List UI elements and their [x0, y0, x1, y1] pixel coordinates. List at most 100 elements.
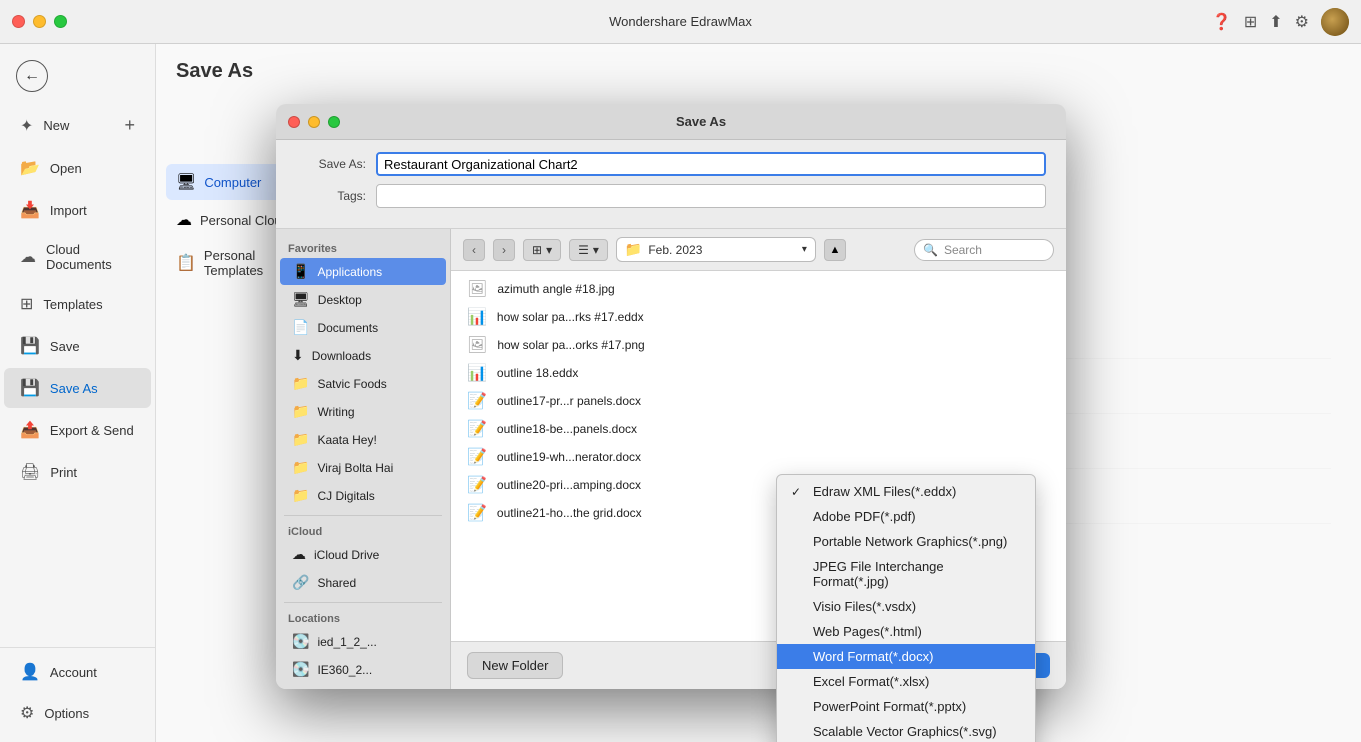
- share-icon[interactable]: ⬆: [1269, 12, 1282, 32]
- modal-minimize-button[interactable]: [308, 116, 320, 128]
- grid-icon[interactable]: ⊞: [1244, 12, 1257, 32]
- account-icon: 👤: [20, 662, 40, 682]
- folder-loc-icon: 📁: [625, 241, 642, 258]
- new-folder-button[interactable]: New Folder: [467, 652, 563, 679]
- dropdown-item-pdf[interactable]: Adobe PDF(*.pdf): [777, 504, 1035, 529]
- writing-icon: 📁: [292, 403, 309, 420]
- file-item-2[interactable]: 🖼 how solar pa...orks #17.png: [451, 331, 1066, 359]
- format-dropdown: ✓ Edraw XML Files(*.eddx) Adobe PDF(*.pd…: [776, 474, 1036, 742]
- folder-location[interactable]: 📁 Feb. 2023 ▾: [616, 237, 816, 262]
- tags-input[interactable]: [376, 184, 1046, 208]
- sidebar-item-open[interactable]: 📂 Open: [4, 148, 151, 188]
- sidebar-item-export-send[interactable]: 📤 Export & Send: [4, 410, 151, 450]
- nav-forward-button[interactable]: ›: [493, 239, 515, 261]
- modal-sidebar: Favorites 📱 Applications 🖥 Desktop 📄 Doc…: [276, 229, 451, 689]
- modal-title: Save As: [348, 114, 1054, 129]
- close-button[interactable]: [12, 15, 25, 28]
- sidebar-item-new[interactable]: ✦ New +: [4, 105, 151, 146]
- sidebar-item-print[interactable]: 🖨 Print: [4, 452, 151, 492]
- modal-sidebar-writing[interactable]: 📁 Writing: [280, 398, 446, 425]
- view-list-button[interactable]: ☰ ▾: [569, 239, 608, 261]
- modal-sidebar-shared[interactable]: 🔗 Shared: [280, 569, 446, 596]
- app-body: ← ✦ New + 📂 Open 📥 Import ☁ Cloud Docume…: [0, 44, 1361, 742]
- dropdown-item-png[interactable]: Portable Network Graphics(*.png): [777, 529, 1035, 554]
- save-as-icon: 💾: [20, 378, 40, 398]
- sidebar-sep-1: [284, 515, 442, 516]
- dropdown-item-pptx[interactable]: PowerPoint Format(*.pptx): [777, 694, 1035, 719]
- add-icon[interactable]: +: [124, 115, 135, 136]
- avatar[interactable]: [1321, 8, 1349, 36]
- search-box[interactable]: 🔍 Search: [914, 239, 1054, 261]
- minimize-button[interactable]: [33, 15, 46, 28]
- folder-loc-dropdown-arrow: ▾: [802, 244, 807, 255]
- modal-form: Save As: Tags:: [276, 140, 1066, 229]
- modal-sidebar-applications[interactable]: 📱 Applications: [280, 258, 446, 285]
- list-view-icon: ☰: [578, 243, 589, 257]
- window-controls: [12, 15, 67, 28]
- loc2-icon: 💽: [292, 661, 309, 678]
- nav-back-button[interactable]: ‹: [463, 239, 485, 261]
- sidebar-item-account[interactable]: 👤 Account: [4, 652, 151, 692]
- locations-heading: Locations: [276, 609, 450, 627]
- sidebar-item-save-as[interactable]: 💾 Save As: [4, 368, 151, 408]
- dropdown-item-xlsx[interactable]: Excel Format(*.xlsx): [777, 669, 1035, 694]
- main-content: Save As 🖥 Computer ☁ Personal Cloud 📋 Pe…: [156, 44, 1361, 742]
- file-item-6[interactable]: 📝 outline19-wh...nerator.docx: [451, 443, 1066, 471]
- dropdown-item-vsdx[interactable]: Visio Files(*.vsdx): [777, 594, 1035, 619]
- folder-up-icon: ▲: [829, 244, 840, 256]
- sidebar-item-save[interactable]: 💾 Save: [4, 326, 151, 366]
- modal-sidebar-downloads[interactable]: ⬇ Downloads: [280, 342, 446, 369]
- file-item-3[interactable]: 📊 outline 18.eddx: [451, 359, 1066, 387]
- dropdown-item-jpg[interactable]: JPEG File Interchange Format(*.jpg): [777, 554, 1035, 594]
- modal-sidebar-icloud-drive[interactable]: ☁ iCloud Drive: [280, 541, 446, 568]
- icloud-drive-icon: ☁: [292, 546, 306, 563]
- back-icon: ←: [24, 67, 40, 85]
- file-item-0[interactable]: 🖼 azimuth angle #18.jpg: [451, 275, 1066, 303]
- modal-sidebar-satvic[interactable]: 📁 Satvic Foods: [280, 370, 446, 397]
- filename-row: Save As:: [296, 152, 1046, 176]
- tags-label: Tags:: [296, 189, 366, 203]
- back-button[interactable]: ←: [16, 60, 48, 92]
- modal-sidebar-kaata[interactable]: 📁 Kaata Hey!: [280, 426, 446, 453]
- file-item-5[interactable]: 📝 outline18-be...panels.docx: [451, 415, 1066, 443]
- file-item-1[interactable]: 📊 how solar pa...rks #17.eddx: [451, 303, 1066, 331]
- sidebar-item-templates[interactable]: ⊞ Templates: [4, 284, 151, 324]
- shared-icon: 🔗: [292, 574, 309, 591]
- sidebar-item-options[interactable]: ⚙ Options: [4, 693, 151, 733]
- modal-sidebar-desktop[interactable]: 🖥 Desktop: [280, 286, 446, 313]
- filename-input[interactable]: [376, 152, 1046, 176]
- templates-option-icon: 📋: [176, 253, 196, 273]
- dropdown-item-svg[interactable]: Scalable Vector Graphics(*.svg): [777, 719, 1035, 742]
- modal-sidebar-documents[interactable]: 📄 Documents: [280, 314, 446, 341]
- icloud-heading: iCloud: [276, 522, 450, 540]
- help-icon[interactable]: ❓: [1212, 12, 1232, 32]
- file-item-4[interactable]: 📝 outline17-pr...r panels.docx: [451, 387, 1066, 415]
- modal-maximize-button[interactable]: [328, 116, 340, 128]
- modal-sidebar-viraj[interactable]: 📁 Viraj Bolta Hai: [280, 454, 446, 481]
- modal-close-button[interactable]: [288, 116, 300, 128]
- modal-sidebar-loc2[interactable]: 💽 IE360_2...: [280, 656, 446, 683]
- modal-sidebar-loc1[interactable]: 💽 ied_1_2_...: [280, 628, 446, 655]
- file-icon-8: 📝: [467, 503, 487, 523]
- downloads-icon: ⬇: [292, 347, 304, 364]
- dropdown-item-eddx[interactable]: ✓ Edraw XML Files(*.eddx): [777, 479, 1035, 504]
- search-icon: 🔍: [923, 243, 938, 257]
- favorites-section: Favorites 📱 Applications 🖥 Desktop 📄 Doc…: [276, 239, 450, 509]
- view-grid-button[interactable]: ⊞ ▾: [523, 239, 561, 261]
- sidebar-item-import[interactable]: 📥 Import: [4, 190, 151, 230]
- modal-sidebar-cj[interactable]: 📁 CJ Digitals: [280, 482, 446, 509]
- open-icon: 📂: [20, 158, 40, 178]
- file-icon-5: 📝: [467, 419, 487, 439]
- check-icon: ✓: [791, 485, 805, 499]
- file-icon-6: 📝: [467, 447, 487, 467]
- dropdown-item-html[interactable]: Web Pages(*.html): [777, 619, 1035, 644]
- settings-icon[interactable]: ⚙: [1295, 12, 1309, 32]
- sidebar-item-cloud-documents[interactable]: ☁ Cloud Documents: [4, 232, 151, 282]
- maximize-button[interactable]: [54, 15, 67, 28]
- modal-toolbar: ‹ › ⊞ ▾ ☰ ▾ 📁 Feb. 2023: [451, 229, 1066, 271]
- folder-up-button[interactable]: ▲: [824, 239, 846, 261]
- sidebar-sep-2: [284, 602, 442, 603]
- search-placeholder: Search: [944, 243, 982, 257]
- loc1-icon: 💽: [292, 633, 309, 650]
- dropdown-item-docx[interactable]: Word Format(*.docx): [777, 644, 1035, 669]
